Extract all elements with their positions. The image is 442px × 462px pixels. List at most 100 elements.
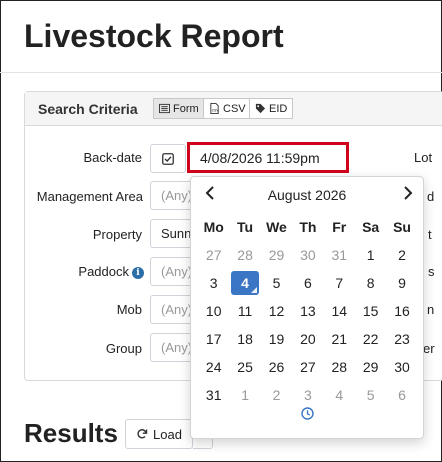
calendar-day-number: 17 [205, 331, 222, 347]
calendar-day[interactable]: 2 [386, 247, 417, 263]
calendar-day[interactable]: 11 [229, 303, 260, 319]
calendar-day-number: 15 [362, 303, 379, 319]
calendar-day[interactable]: 5 [261, 275, 292, 291]
calendar-day[interactable]: 28 [229, 247, 260, 263]
weekday-header-row: Mo Tu We Th Fr Sa Su [198, 213, 418, 241]
calendar-day[interactable]: 19 [261, 331, 292, 347]
calendar-day[interactable]: 17 [198, 331, 229, 347]
calendar-day[interactable]: 16 [386, 303, 417, 319]
calendar-day[interactable]: 29 [261, 247, 292, 263]
calendar-day-number: 6 [398, 387, 406, 403]
load-button[interactable]: Load [125, 419, 193, 449]
tag-icon [255, 103, 266, 114]
tab-csv[interactable]: csv CSV [203, 98, 252, 119]
calendar-day[interactable]: 24 [198, 359, 229, 375]
info-icon[interactable]: i [132, 266, 144, 279]
calendar-day-number: 21 [331, 331, 348, 347]
calendar-week-row: 24 25 26 27 28 29 30 [198, 353, 418, 381]
calendar-day[interactable]: 10 [198, 303, 229, 319]
right-label-fragment: d [427, 189, 435, 204]
calendar-day-number: 18 [237, 331, 253, 347]
calendar-day[interactable]: 27 [198, 247, 229, 263]
chevron-right-icon[interactable] [403, 185, 413, 205]
calendar-day[interactable]: 21 [324, 331, 355, 347]
calendar-day[interactable]: 30 [386, 359, 417, 375]
calendar-day[interactable]: 12 [261, 303, 292, 319]
calendar-day-number: 4 [335, 387, 344, 403]
weekday-label: Th [299, 219, 317, 235]
csv-file-icon: csv [210, 103, 220, 114]
property-label: Property [92, 227, 142, 242]
calendar-day[interactable]: 31 [324, 247, 355, 263]
calendar-day-number: 30 [394, 359, 410, 375]
calendar-week-row: 345 6 7 8 9 [198, 269, 418, 297]
calendar-day[interactable]: 18 [229, 331, 260, 347]
calendar-day[interactable]: 26 [261, 359, 292, 375]
tab-eid[interactable]: EID [249, 98, 294, 119]
management-area-label: Management Area [36, 189, 143, 204]
calendar-day[interactable]: 6 [292, 275, 323, 291]
paddock-label: Paddock i [60, 264, 144, 279]
calendar-day[interactable]: 25 [229, 359, 260, 375]
calendar-day-number: 4 [231, 271, 260, 295]
tab-form[interactable]: Form [153, 98, 205, 119]
time-toggle[interactable] [191, 407, 423, 425]
calendar-day[interactable]: 28 [324, 359, 355, 375]
calendar-day-number: 22 [362, 331, 379, 347]
calendar-day-number: 26 [268, 359, 285, 375]
calendar-day-number: 8 [366, 275, 375, 291]
calendar-day-number: 23 [394, 331, 410, 347]
calendar-day-number: 13 [300, 303, 316, 319]
calendar-day-number: 31 [331, 247, 348, 263]
calendar-day[interactable]: 3 [198, 275, 229, 291]
calendar-day[interactable]: 8 [355, 275, 386, 291]
calendar-day[interactable]: 5 [355, 387, 386, 403]
calendar-day-number: 28 [331, 359, 348, 375]
weekday-label: Sa [362, 219, 380, 235]
calendar-day-number: 14 [331, 303, 348, 319]
calendar-day[interactable]: 20 [292, 331, 323, 347]
lot-label-fragment: Lot [414, 150, 433, 165]
calendar-day[interactable]: 22 [355, 331, 386, 347]
calendar-day[interactable]: 1 [355, 247, 386, 263]
calendar-day[interactable]: 31 [198, 387, 229, 403]
panel-header: Search Criteria Form csv CSV EID [25, 92, 442, 126]
panel-title: Search Criteria [38, 101, 138, 117]
calendar-day[interactable]: 30 [292, 247, 323, 263]
calendar-day[interactable]: 14 [324, 303, 355, 319]
calendar-day-number: 31 [205, 387, 222, 403]
calendar-day[interactable]: 6 [386, 387, 417, 403]
calendar-day[interactable]: 4 [324, 387, 355, 403]
backdate-toggle[interactable] [150, 144, 186, 173]
calendar-day[interactable]: 23 [386, 331, 417, 347]
calendar-day[interactable]: 7 [324, 275, 355, 291]
calendar-day[interactable]: 15 [355, 303, 386, 319]
divider [0, 72, 442, 73]
calendar-day[interactable]: 3 [292, 387, 323, 403]
calendar-day-number: 1 [241, 387, 249, 403]
calendar-day-number: 16 [394, 303, 410, 319]
calendar-day[interactable]: 29 [355, 359, 386, 375]
right-label-fragment: n [427, 302, 435, 317]
calendar-day[interactable]: 13 [292, 303, 323, 319]
calendar-day[interactable]: 9 [386, 275, 417, 291]
calendar-day-number: 5 [272, 275, 281, 291]
month-label[interactable]: August 2026 [191, 187, 423, 203]
backdate-input[interactable]: 4/08/2026 11:59pm [187, 142, 349, 173]
calendar-day-number: 9 [398, 275, 406, 291]
form-icon [159, 103, 170, 114]
calendar-day-number: 2 [272, 387, 281, 403]
calendar-day[interactable]: 27 [292, 359, 323, 375]
svg-text:csv: csv [212, 108, 220, 113]
calendar-day-number: 20 [300, 331, 316, 347]
weekday-label: Tu [237, 219, 254, 235]
calendar-day-number: 11 [237, 303, 253, 319]
calendar-day-number: 1 [366, 247, 375, 263]
refresh-icon [137, 429, 148, 439]
calendar-day-selected[interactable]: 4 [229, 271, 260, 295]
calendar-day-number: 3 [209, 275, 218, 291]
calendar-day-number: 6 [303, 275, 312, 291]
calendar-day[interactable]: 2 [261, 387, 292, 403]
calendar-day[interactable]: 1 [229, 387, 260, 403]
right-label-fragment: er [423, 341, 435, 356]
